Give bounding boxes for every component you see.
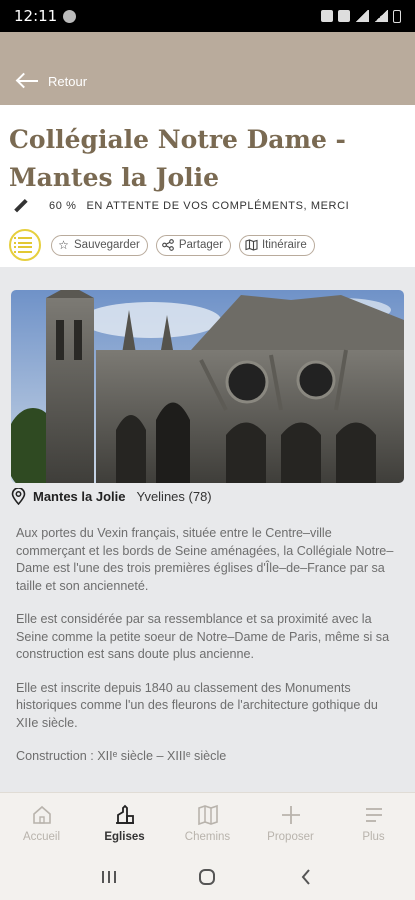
- status-bar: 12:11: [0, 0, 415, 32]
- description-paragraph: Elle est inscrite depuis 1840 au classem…: [16, 680, 378, 730]
- title-block: Collégiale Notre Dame - Mantes la Jolie …: [0, 105, 415, 267]
- home-system-button[interactable]: [187, 862, 227, 892]
- map-icon: [197, 804, 218, 826]
- construction-dates: Construction : XIIᵉ siècle – XIIIᵉ siècl…: [16, 749, 227, 763]
- app-header: Retour: [0, 32, 415, 105]
- church-photo: [11, 290, 404, 483]
- home-circle-icon: [199, 869, 216, 885]
- location-row: Mantes la Jolie Yvelines (78): [11, 488, 212, 505]
- plus-icon: [281, 806, 300, 824]
- actions-row: ☆ Sauvegarder Partager Itinéraire: [9, 229, 315, 261]
- nav-label: Eglises: [104, 831, 145, 843]
- content-area[interactable]: Mantes la Jolie Yvelines (78) Aux portes…: [0, 267, 415, 792]
- bottom-nav: Accueil Eglises Chemins Proposer Plus: [0, 792, 415, 854]
- back-label: Retour: [48, 73, 88, 89]
- location-town: Mantes la Jolie: [33, 489, 126, 504]
- status-time: 12:11: [14, 7, 58, 25]
- nav-plus[interactable]: Plus: [332, 793, 415, 854]
- route-button[interactable]: Itinéraire: [238, 234, 315, 256]
- completion-status: EN ATTENTE DE VOS COMPLÉMENTS, MERCI: [86, 200, 350, 212]
- nav-eglises[interactable]: Eglises: [83, 793, 166, 854]
- home-icon: [32, 805, 51, 824]
- back-button[interactable]: Retour: [15, 72, 88, 90]
- church-icon: [115, 804, 134, 824]
- pencil-icon: [13, 198, 28, 213]
- nav-label: Chemins: [184, 831, 231, 843]
- recent-apps-icon: [102, 871, 117, 883]
- notification-icon: [63, 9, 77, 23]
- nav-label: Accueil: [22, 831, 61, 843]
- list-view-button[interactable]: [9, 229, 41, 261]
- list-icon: [14, 237, 32, 240]
- save-button[interactable]: ☆ Sauvegarder: [51, 234, 148, 256]
- save-label: Sauvegarder: [74, 239, 140, 251]
- back-arrow-icon: [15, 72, 38, 90]
- description-paragraph: Elle est considérée par sa ressemblance …: [16, 612, 390, 661]
- alarm-icon: [321, 10, 333, 22]
- completion-row: 60 % EN ATTENTE DE VOS COMPLÉMENTS, MERC…: [13, 198, 350, 213]
- completion-percent: 60 %: [49, 200, 77, 212]
- back-system-button[interactable]: [286, 862, 326, 892]
- share-button[interactable]: Partager: [155, 234, 231, 256]
- chevron-left-icon: [301, 869, 310, 885]
- share-icon: [162, 239, 175, 252]
- menu-icon: [365, 808, 382, 822]
- recent-apps-button[interactable]: [89, 862, 129, 892]
- battery-icon: [393, 9, 401, 23]
- nav-accueil[interactable]: Accueil: [0, 793, 83, 854]
- nav-proposer[interactable]: Proposer: [249, 793, 332, 854]
- nav-label: Proposer: [267, 831, 314, 843]
- description: Aux portes du Vexin français, située ent…: [16, 525, 403, 782]
- status-icons: [321, 9, 401, 23]
- route-label: Itinéraire: [261, 239, 307, 251]
- page-title: Collégiale Notre Dame - Mantes la Jolie: [9, 125, 346, 192]
- signal-icon: [374, 10, 388, 22]
- map-icon: [245, 239, 258, 252]
- location-pin-icon: [11, 488, 26, 505]
- share-label: Partager: [178, 239, 223, 251]
- nav-label: Plus: [362, 831, 385, 843]
- star-icon: ☆: [58, 238, 69, 252]
- location-department: Yvelines (78): [136, 489, 212, 504]
- system-nav-bar: [0, 854, 415, 900]
- mute-icon: [338, 10, 350, 22]
- description-paragraph: Aux portes du Vexin français, située ent…: [16, 526, 394, 593]
- wifi-icon: [355, 10, 369, 22]
- nav-chemins[interactable]: Chemins: [166, 793, 249, 854]
